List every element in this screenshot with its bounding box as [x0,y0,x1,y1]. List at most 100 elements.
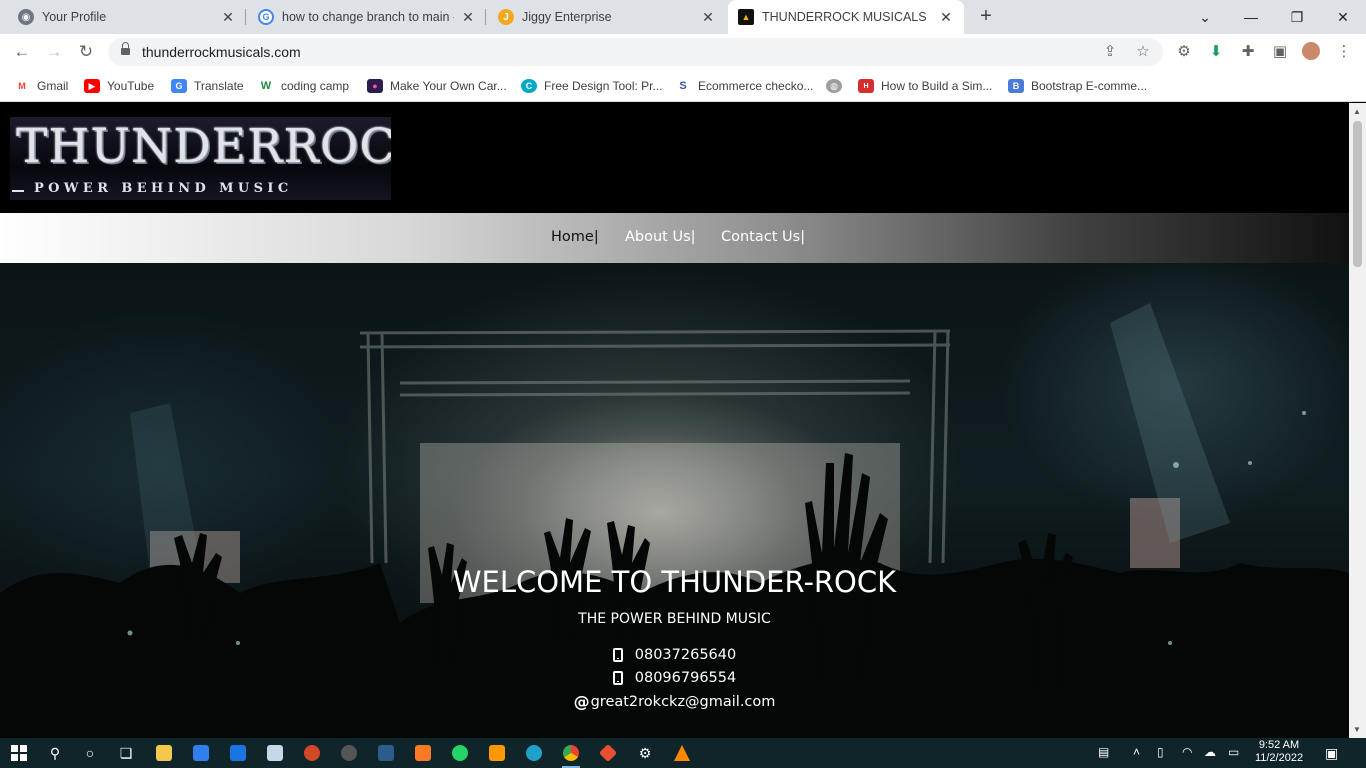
show-hidden-icons-icon[interactable]: ˄ [1133,745,1140,759]
close-tab-icon[interactable]: ✕ [460,9,476,25]
device-icon[interactable]: ▯ [1157,745,1164,759]
search-icon[interactable]: ⚲ [44,742,66,764]
tab-your-profile[interactable]: ◉ Your Profile ✕ [8,0,246,34]
page-scrollbar[interactable]: ▲ ▼ [1349,103,1366,738]
bookmark-bootstrap-ecommerce[interactable]: B Bootstrap E-comme... [1008,77,1147,95]
extensions-puzzle-icon[interactable]: ✚ [1238,42,1258,62]
share-icon[interactable]: ⇪ [1100,42,1120,62]
close-tab-icon[interactable]: ✕ [700,9,716,25]
photo-app-icon[interactable] [375,742,397,764]
clock-time: 9:52 AM [1258,739,1300,751]
news-widget-icon[interactable]: ▤ [1098,745,1109,759]
media-player-icon[interactable] [338,742,360,764]
bootstrap-icon: B [1008,79,1024,93]
lock-icon[interactable] [121,42,130,57]
chrome-icon[interactable] [560,742,582,768]
tab-google-search[interactable]: G how to change branch to main - ✕ [248,0,486,34]
close-tab-icon[interactable]: ✕ [938,9,954,25]
thunderrock-icon: ▲ [738,9,754,25]
bookmark-label: Gmail [37,79,69,93]
powerpoint-icon[interactable] [301,742,323,764]
scroll-down-arrow-icon[interactable]: ▼ [1353,725,1361,734]
extension-download-icon[interactable]: ⬇ [1206,42,1226,62]
bookmark-coding-camp[interactable]: W coding camp [258,77,349,95]
restore-button[interactable]: ❐ [1274,4,1320,30]
cortana-icon[interactable]: ○ [79,742,101,764]
mobile-phone-icon [612,671,623,685]
nav-contact-us-link[interactable]: Contact Us| [721,229,805,245]
git-icon[interactable] [597,742,619,764]
logo-dash [12,190,24,192]
system-clock[interactable]: 9:52 AM 11/2/2022 [1250,739,1308,765]
tab-search-icon[interactable]: ⌄ [1182,4,1228,30]
canva-icon: C [521,79,537,93]
site-header: THUNDERROCK POWER BEHIND MUSIC [0,103,1349,213]
bookmark-label: Bootstrap E-comme... [1031,79,1148,93]
bookmark-gmail[interactable]: M Gmail [14,77,68,95]
battery-icon[interactable]: ▭ [1228,745,1239,759]
bookmark-label: Translate [194,79,244,93]
bookmark-globe[interactable]: ◍ [826,77,849,95]
whatsapp-icon[interactable] [449,742,471,764]
file-explorer-icon[interactable] [153,742,175,764]
url-text[interactable]: thunderrockmusicals.com [142,44,301,60]
close-tab-icon[interactable]: ✕ [220,9,236,25]
close-window-button[interactable]: ✕ [1320,4,1366,30]
bookmark-youtube[interactable]: ▶ YouTube [84,77,154,95]
concert-background-image [0,303,1349,738]
vlc-icon[interactable] [671,742,693,764]
chrome-menu-icon[interactable]: ⋮ [1334,42,1354,62]
logo-tagline: POWER BEHIND MUSIC [34,181,293,196]
contact-email: @ great2rokckz@gmail.com [0,692,1349,711]
bookmark-label: YouTube [107,79,155,93]
extension-robot-icon[interactable]: ⚙ [1174,42,1194,62]
email-address[interactable]: great2rokckz@gmail.com [591,694,776,710]
windows-start-icon[interactable] [8,742,30,764]
sublime-text-icon[interactable] [486,742,508,764]
tab-jiggy-enterprise[interactable]: J Jiggy Enterprise ✕ [488,0,726,34]
bookmark-star-icon[interactable]: ☆ [1133,42,1153,62]
xampp-icon[interactable] [412,742,434,764]
bookmark-ecommerce-checkout[interactable]: S Ecommerce checko... [675,77,813,95]
bookmarks-bar: M Gmail ▶ YouTube G Translate W coding c… [0,70,1366,102]
jiggy-icon: J [498,9,514,25]
settings-gear-icon[interactable]: ⚙ [634,742,656,764]
nav-home-link[interactable]: Home| [551,229,599,245]
reload-icon[interactable]: ↻ [74,40,98,64]
notepad-icon[interactable] [264,742,286,764]
forward-arrow-icon[interactable]: → [42,40,66,64]
clock-date: 11/2/2022 [1254,752,1304,764]
task-view-icon[interactable]: ❏ [115,742,137,764]
scroll-up-arrow-icon[interactable]: ▲ [1353,107,1361,116]
mail-icon[interactable] [227,742,249,764]
hero-title: WELCOME TO THUNDER-ROCK [452,565,897,599]
bookmark-make-your-own-car[interactable]: ● Make Your Own Car... [367,77,507,95]
flickr-icon: ● [367,79,383,93]
onedrive-cloud-icon[interactable]: ☁ [1204,745,1216,759]
bookmark-free-design-tool[interactable]: C Free Design Tool: Pr... [521,77,663,95]
address-bar[interactable]: thunderrockmusicals.com ⇪ ☆ [108,38,1163,66]
page-viewport: THUNDERROCK POWER BEHIND MUSIC Home| Abo… [0,103,1349,738]
logo-wordmark: THUNDERROCK [16,119,391,174]
phone-number[interactable]: 08096796554 [635,670,736,686]
microsoft-store-icon[interactable] [190,742,212,764]
phone-number[interactable]: 08037265640 [635,647,736,663]
back-arrow-icon[interactable]: ← [10,40,34,64]
bookmark-how-to-build[interactable]: H How to Build a Sim... [858,77,992,95]
side-panel-icon[interactable]: ▣ [1270,42,1290,62]
coding-camp-icon: W [258,79,274,93]
site-logo[interactable]: THUNDERROCK POWER BEHIND MUSIC [10,117,391,200]
bookmark-translate[interactable]: G Translate [171,77,244,95]
minimize-button[interactable]: — [1228,4,1274,30]
wifi-icon[interactable]: ◠ [1182,745,1192,759]
hero-section: WELCOME TO THUNDER-ROCK THE POWER BEHIND… [0,263,1349,738]
scrollbar-thumb[interactable] [1353,121,1362,267]
nav-about-us-link[interactable]: About Us| [625,229,696,245]
contact-phone-2: 08096796554 [0,670,1349,686]
profile-avatar[interactable] [1302,42,1322,62]
new-tab-button[interactable]: + [973,5,999,29]
at-sign-icon: @ [573,692,590,711]
tab-thunderrock-musicals[interactable]: ▲ THUNDERROCK MUSICALS ✕ [728,0,964,34]
edge-icon[interactable] [523,742,545,764]
notification-center-icon[interactable]: ▣ [1325,745,1338,762]
